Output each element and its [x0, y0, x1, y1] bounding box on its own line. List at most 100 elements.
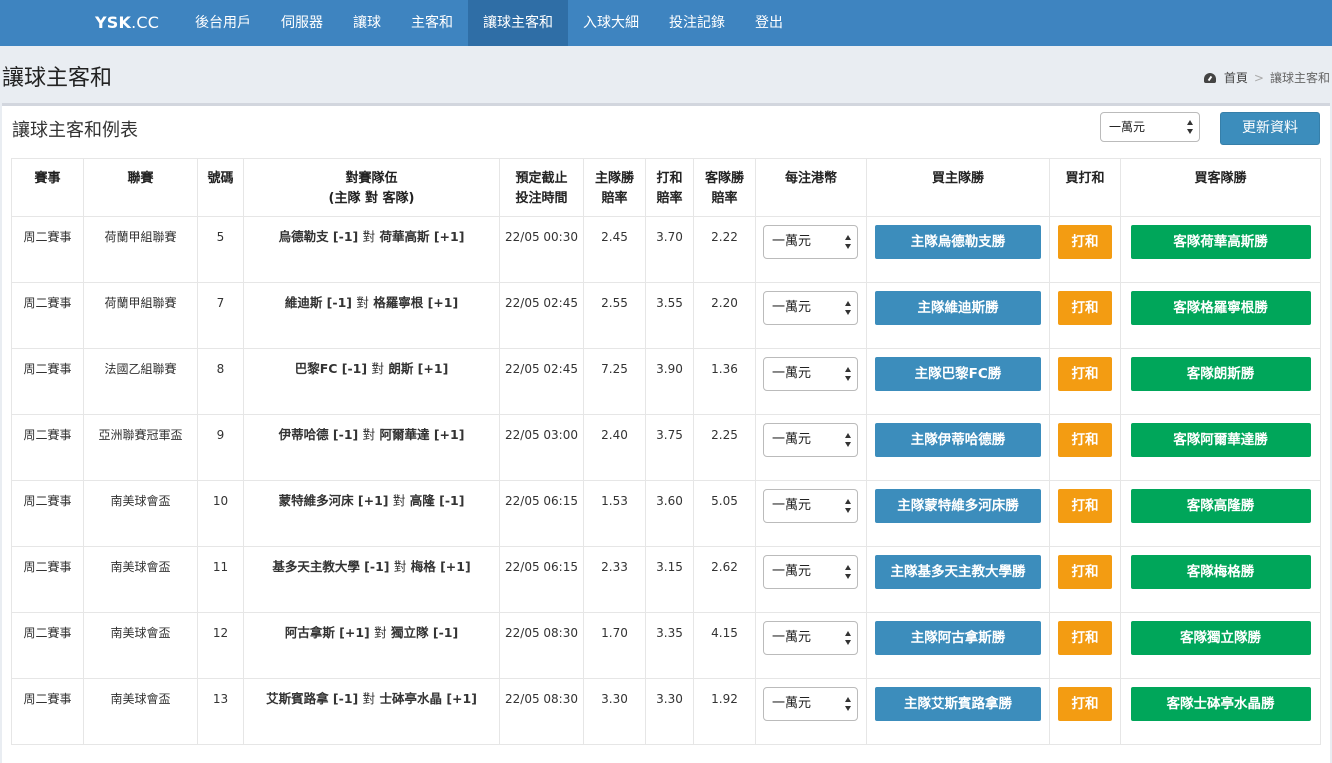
stake-select[interactable]: 一萬元: [763, 291, 858, 325]
stake-select-value: 一萬元: [772, 564, 812, 579]
breadcrumb-home-link[interactable]: 首頁: [1224, 69, 1248, 86]
header-teams: 對賽隊伍 (主隊 對 客隊): [243, 158, 500, 217]
table-header-row: 賽事 聯賽 號碼 對賽隊伍 (主隊 對 客隊) 預定截止 投注時間 主隊勝 賠率 打和…: [11, 158, 1321, 217]
buy-away-button[interactable]: 客隊格羅寧根勝: [1130, 291, 1311, 325]
cell-away-odds: 2.22: [693, 216, 756, 283]
buy-draw-button[interactable]: 打和: [1058, 291, 1112, 325]
cell-close-time: 22/05 08:30: [499, 612, 584, 679]
stake-select[interactable]: 一萬元: [763, 621, 858, 655]
stake-select[interactable]: 一萬元: [763, 225, 858, 259]
cell-league: 南美球會盃: [83, 480, 198, 547]
stake-select[interactable]: 一萬元: [763, 489, 858, 523]
stake-select-value: 一萬元: [772, 498, 812, 513]
buy-home-button[interactable]: 主隊艾斯賓路拿勝: [875, 687, 1041, 721]
cell-home-odds: 2.55: [583, 282, 646, 349]
vs-word: 對: [356, 295, 369, 310]
refresh-button[interactable]: 更新資料: [1220, 112, 1320, 145]
cell-draw-odds: 3.90: [645, 348, 694, 415]
cell-draw-odds: 3.55: [645, 282, 694, 349]
stake-select[interactable]: 一萬元: [763, 357, 858, 391]
cell-league: 南美球會盃: [83, 612, 198, 679]
table-row: 周二賽事 法國乙組聯賽 8 巴黎FC [-1] 對 朗斯 [+1] 22/05 02:4…: [11, 348, 1321, 415]
nav-item[interactable]: 讓球: [338, 0, 396, 46]
nav-item[interactable]: 投注記錄: [654, 0, 740, 46]
table-row: 周二賽事 南美球會盃 10 蒙特維多河床 [+1] 對 高隆 [-1] 22/05 06…: [11, 480, 1321, 547]
buy-draw-button[interactable]: 打和: [1058, 687, 1112, 721]
cell-away-odds: 2.20: [693, 282, 756, 349]
header-teams-line2: (主隊 對 客隊): [328, 191, 415, 206]
cell-stake: 一萬元: [755, 282, 867, 349]
cell-teams: 伊蒂哈德 [-1] 對 阿爾華達 [+1]: [243, 414, 500, 481]
cell-league: 法國乙組聯賽: [83, 348, 198, 415]
cell-close-time: 22/05 08:30: [499, 678, 584, 745]
cell-home-odds: 2.45: [583, 216, 646, 283]
nav-item[interactable]: 後台用戶: [180, 0, 266, 46]
amount-select[interactable]: 一萬元: [1100, 112, 1200, 142]
vs-word: 對: [362, 229, 376, 244]
stake-select[interactable]: 一萬元: [763, 423, 858, 457]
header-stake: 每注港幣: [755, 158, 867, 217]
buy-away-button[interactable]: 客隊阿爾華達勝: [1130, 423, 1311, 457]
buy-draw-button[interactable]: 打和: [1058, 225, 1112, 259]
stake-select[interactable]: 一萬元: [763, 687, 858, 721]
cell-close-time: 22/05 02:45: [499, 348, 584, 415]
cell-close-time: 22/05 06:15: [499, 546, 584, 613]
select-arrows-icon: [845, 367, 852, 381]
buy-draw-button[interactable]: 打和: [1058, 423, 1112, 457]
buy-draw-button[interactable]: 打和: [1058, 357, 1112, 391]
cell-buy-draw: 打和: [1049, 480, 1121, 547]
cell-number: 5: [197, 216, 244, 283]
breadcrumb: 首頁 > 讓球主客和: [1203, 69, 1330, 86]
nav-item[interactable]: 登出: [740, 0, 798, 46]
cell-buy-draw: 打和: [1049, 282, 1121, 349]
table-body: 周二賽事 荷蘭甲組聯賽 5 烏德勒支 [-1] 對 荷華高斯 [+1] 22/05 00…: [11, 216, 1321, 745]
cell-home-odds: 2.40: [583, 414, 646, 481]
buy-home-button[interactable]: 主隊阿古拿斯勝: [875, 621, 1041, 655]
cell-buy-draw: 打和: [1049, 678, 1121, 745]
cell-event: 周二賽事: [11, 348, 84, 415]
cell-home-odds: 1.53: [583, 480, 646, 547]
nav-item[interactable]: 伺服器: [266, 0, 338, 46]
cell-teams: 烏德勒支 [-1] 對 荷華高斯 [+1]: [243, 216, 500, 283]
select-arrows-icon: [845, 499, 852, 513]
buy-home-button[interactable]: 主隊伊蒂哈德勝: [875, 423, 1041, 457]
top-navbar: YSK.CC 後台用戶 伺服器 讓球 主客和 讓球主客和 入球大細 投注記錄 登出: [0, 0, 1332, 46]
buy-home-button[interactable]: 主隊巴黎FC勝: [875, 357, 1041, 391]
nav-item[interactable]: 入球大細: [568, 0, 654, 46]
cell-close-time: 22/05 03:00: [499, 414, 584, 481]
cell-close-time: 22/05 00:30: [499, 216, 584, 283]
vs-word: 對: [362, 427, 376, 442]
buy-draw-button[interactable]: 打和: [1058, 489, 1112, 523]
brand-logo[interactable]: YSK.CC: [0, 0, 180, 46]
cell-away-odds: 2.25: [693, 414, 756, 481]
cell-home-odds: 7.25: [583, 348, 646, 415]
buy-home-button[interactable]: 主隊烏德勒支勝: [875, 225, 1041, 259]
cell-number: 10: [197, 480, 244, 547]
buy-away-button[interactable]: 客隊朗斯勝: [1130, 357, 1311, 391]
cell-teams: 蒙特維多河床 [+1] 對 高隆 [-1]: [243, 480, 500, 547]
buy-home-button[interactable]: 主隊蒙特維多河床勝: [875, 489, 1041, 523]
buy-away-button[interactable]: 客隊獨立隊勝: [1130, 621, 1311, 655]
cell-number: 12: [197, 612, 244, 679]
buy-home-button[interactable]: 主隊基多天主教大學勝: [875, 555, 1041, 589]
stake-select[interactable]: 一萬元: [763, 555, 858, 589]
buy-away-button[interactable]: 客隊梅格勝: [1130, 555, 1311, 589]
buy-away-button[interactable]: 客隊荷華高斯勝: [1130, 225, 1311, 259]
table-row: 周二賽事 南美球會盃 12 阿古拿斯 [+1] 對 獨立隊 [-1] 22/05 08:…: [11, 612, 1321, 679]
nav-item[interactable]: 讓球主客和: [468, 0, 568, 46]
cell-event: 周二賽事: [11, 282, 84, 349]
buy-draw-button[interactable]: 打和: [1058, 555, 1112, 589]
buy-draw-button[interactable]: 打和: [1058, 621, 1112, 655]
cell-draw-odds: 3.15: [645, 546, 694, 613]
select-arrows-icon: [845, 631, 852, 645]
home-team: 基多天主教大學 [-1]: [272, 559, 390, 574]
away-team: 獨立隊 [-1]: [391, 625, 459, 640]
table-row: 周二賽事 亞洲聯賽冠軍盃 9 伊蒂哈德 [-1] 對 阿爾華達 [+1] 22/05 0…: [11, 414, 1321, 481]
header-buy-home: 買主隊勝: [866, 158, 1050, 217]
buy-home-button[interactable]: 主隊維迪斯勝: [875, 291, 1041, 325]
buy-away-button[interactable]: 客隊士砵亭水晶勝: [1130, 687, 1311, 721]
nav-item[interactable]: 主客和: [396, 0, 468, 46]
header-draw-line1: 打和: [656, 171, 683, 186]
buy-away-button[interactable]: 客隊高隆勝: [1130, 489, 1311, 523]
cell-stake: 一萬元: [755, 612, 867, 679]
